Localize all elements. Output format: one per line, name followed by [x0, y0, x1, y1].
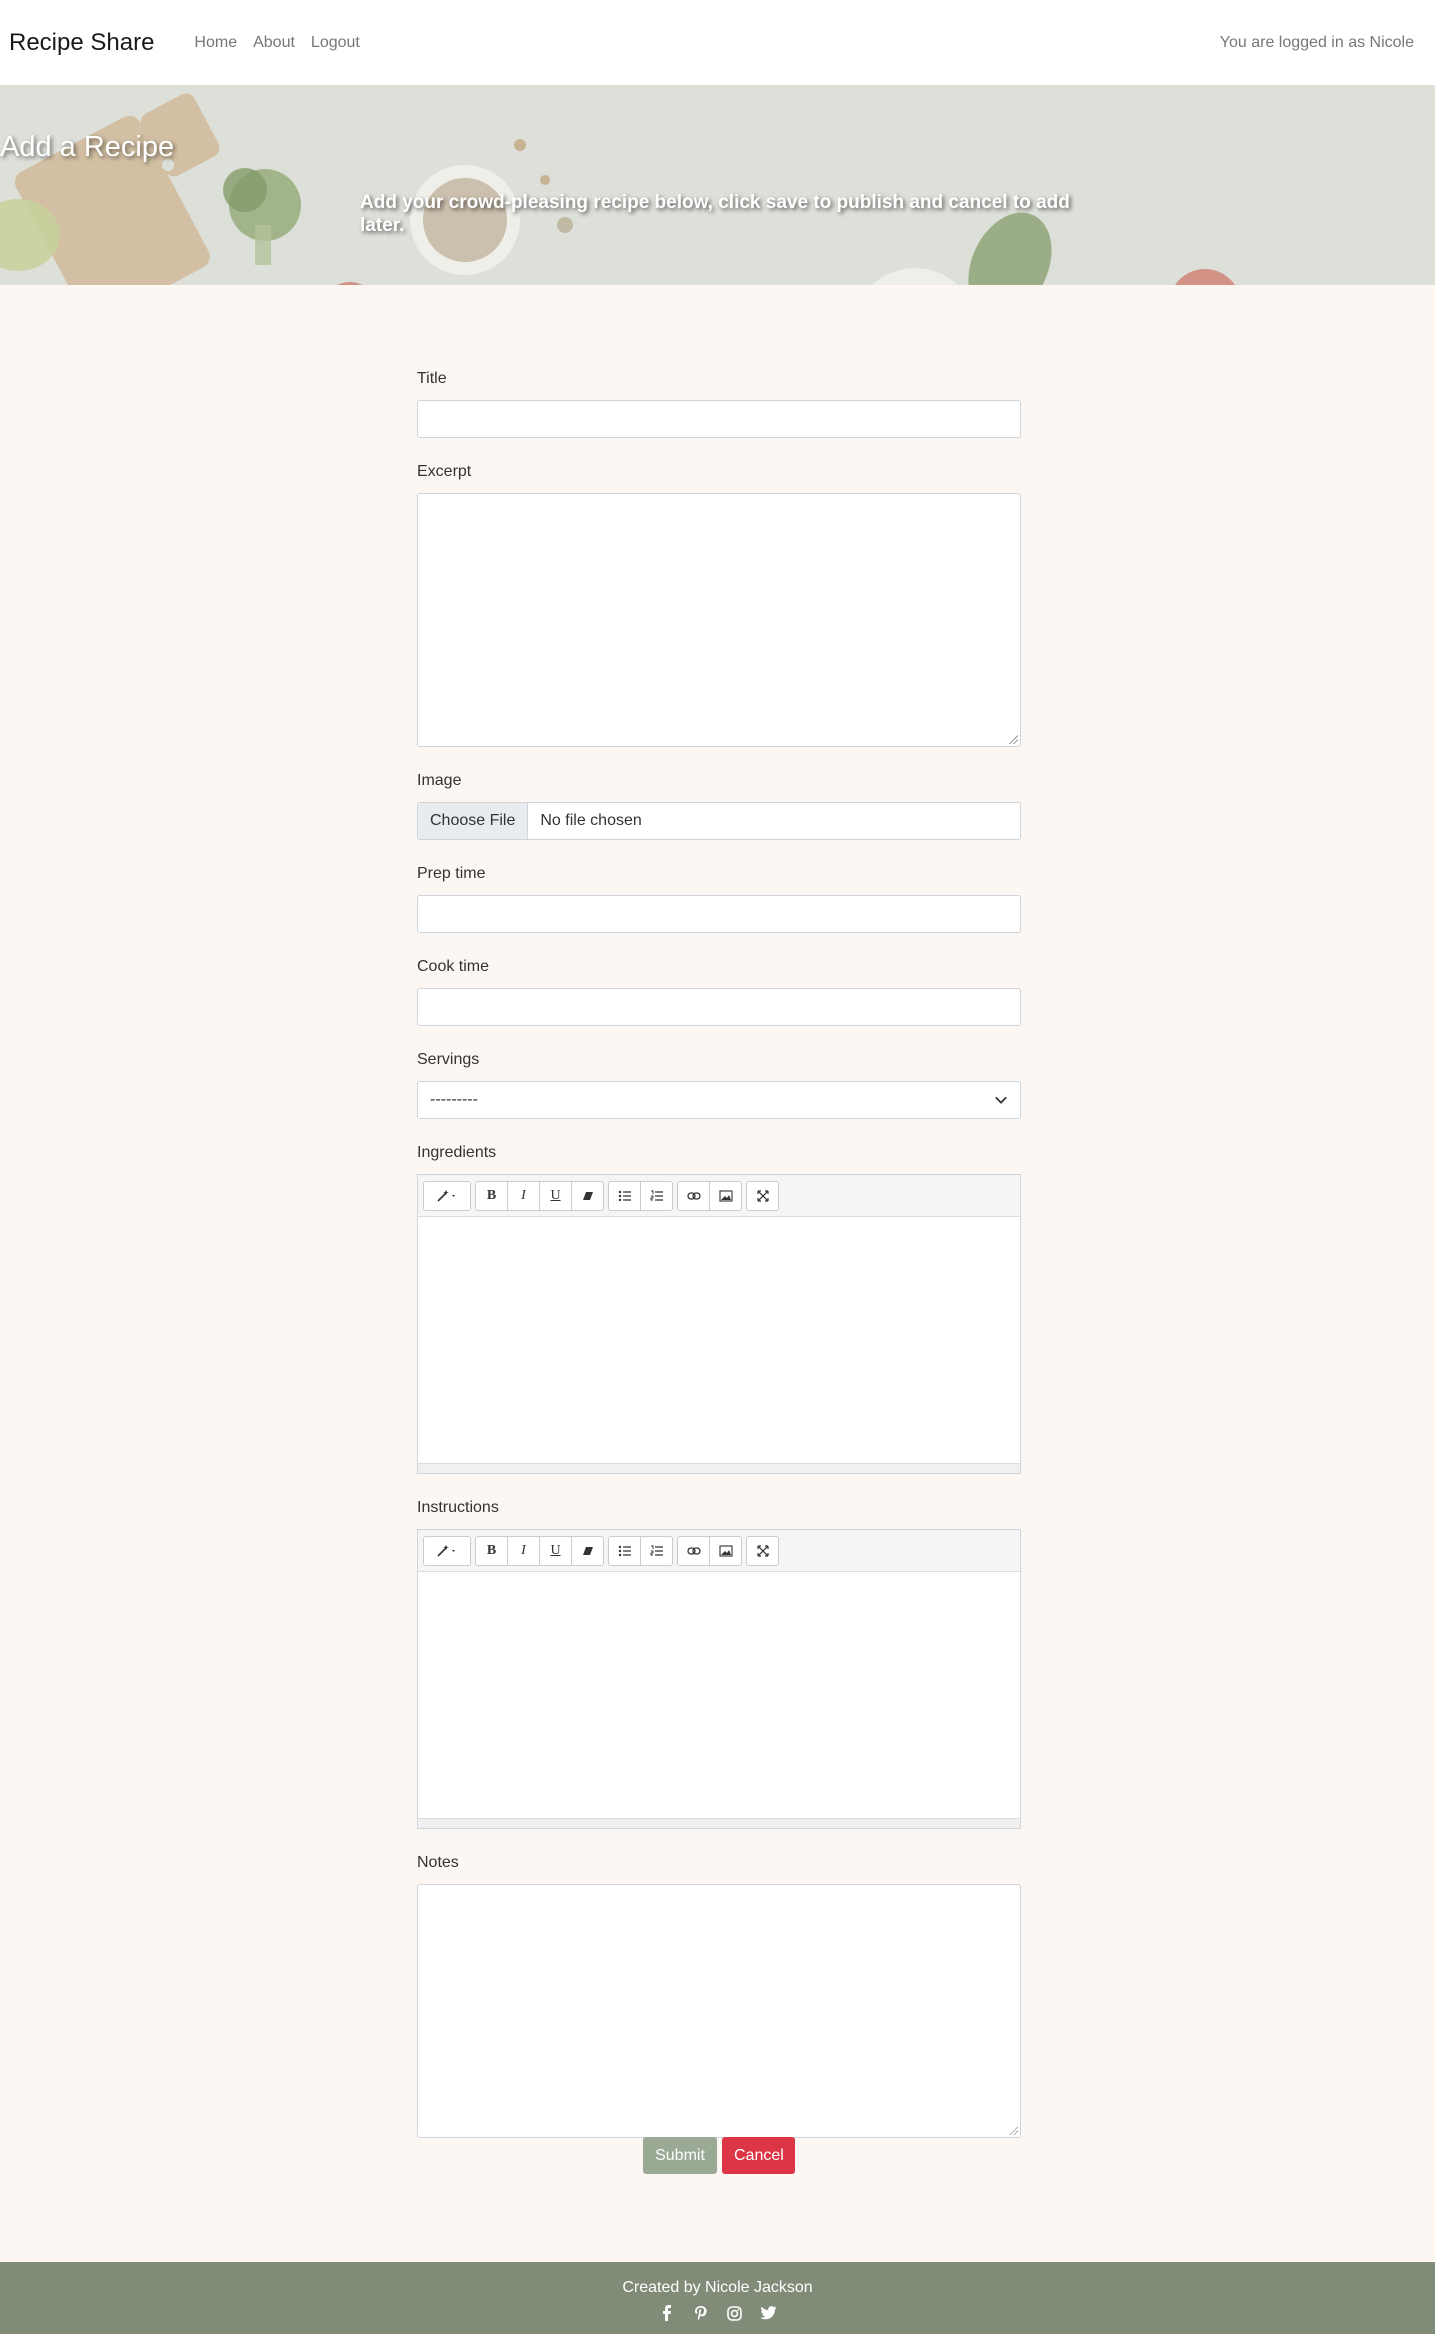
instructions-label: Instructions [417, 1499, 499, 1516]
nav-links: Home About Logout [194, 34, 359, 52]
nav-link-about[interactable]: About [253, 34, 295, 52]
cook-time-input[interactable] [417, 988, 1021, 1026]
footer: Created by Nicole Jackson [0, 2262, 1435, 2334]
hero-subtitle: Add your crowd-pleasing recipe below, cl… [360, 192, 1070, 236]
social-links [0, 2304, 1435, 2322]
footer-credit: Created by Nicole Jackson [622, 2279, 813, 2296]
ingredients-label: Ingredients [417, 1144, 497, 1161]
style-icon[interactable] [423, 1180, 471, 1211]
cancel-button[interactable]: Cancel [722, 2137, 795, 2174]
editor-resize-bar[interactable] [418, 1818, 1020, 1828]
ingredients-editor-body[interactable] [418, 1217, 1020, 1463]
navbar: Recipe Share Home About Logout You are l… [0, 0, 1435, 85]
editor-toolbar: B I U [418, 1175, 1020, 1217]
nav-link-logout[interactable]: Logout [311, 34, 360, 52]
unordered-list-icon[interactable] [608, 1535, 641, 1566]
add-recipe-form: Title Excerpt Image Choose File No file … [417, 370, 1021, 2174]
prep-time-label: Prep time [417, 865, 486, 882]
italic-button[interactable]: I [507, 1180, 540, 1211]
editor-resize-bar[interactable] [418, 1463, 1020, 1473]
title-input[interactable] [417, 400, 1021, 438]
editor-toolbar: B I U [418, 1530, 1020, 1572]
ingredients-editor: B I U [417, 1174, 1021, 1474]
pinterest-icon[interactable] [692, 2304, 710, 2322]
servings-label: Servings [417, 1051, 480, 1068]
bold-button[interactable]: B [475, 1180, 508, 1211]
eraser-icon[interactable] [571, 1180, 604, 1211]
choose-file-button[interactable]: Choose File [418, 803, 529, 839]
logged-in-status: You are logged in as Nicole [1219, 33, 1414, 51]
cook-time-label: Cook time [417, 958, 490, 975]
nav-link-home[interactable]: Home [194, 34, 237, 52]
unordered-list-icon[interactable] [608, 1180, 641, 1211]
prep-time-input[interactable] [417, 895, 1021, 933]
fullscreen-icon[interactable] [746, 1535, 779, 1566]
underline-button[interactable]: U [539, 1180, 572, 1211]
resize-grip-icon[interactable] [1008, 2125, 1018, 2135]
underline-button[interactable]: U [539, 1535, 572, 1566]
notes-textarea[interactable] [417, 1884, 1021, 2138]
hero-background-image [0, 85, 1435, 285]
image-label: Image [417, 772, 462, 789]
excerpt-textarea[interactable] [417, 493, 1021, 747]
link-icon[interactable] [677, 1535, 710, 1566]
notes-label: Notes [417, 1854, 459, 1871]
link-icon[interactable] [677, 1180, 710, 1211]
image-file-input[interactable]: Choose File No file chosen [417, 802, 1021, 840]
title-label: Title [417, 370, 447, 387]
bold-button[interactable]: B [475, 1535, 508, 1566]
form-buttons: Submit Cancel [417, 2137, 1021, 2174]
chevron-down-icon [995, 1096, 1007, 1104]
italic-button[interactable]: I [507, 1535, 540, 1566]
servings-selected-value: --------- [430, 1091, 478, 1108]
instructions-editor: B I U [417, 1529, 1021, 1829]
brand-logo[interactable]: Recipe Share [9, 29, 154, 57]
picture-icon[interactable] [709, 1535, 742, 1566]
style-icon[interactable] [423, 1535, 471, 1566]
hero-title: Add a Recipe [0, 131, 175, 163]
resize-grip-icon[interactable] [1008, 734, 1018, 744]
excerpt-label: Excerpt [417, 463, 472, 480]
instructions-editor-body[interactable] [418, 1572, 1020, 1818]
eraser-icon[interactable] [571, 1535, 604, 1566]
instagram-icon[interactable] [726, 2304, 744, 2322]
submit-button[interactable]: Submit [643, 2137, 717, 2174]
file-status: No file chosen [540, 812, 642, 829]
ordered-list-icon[interactable] [640, 1535, 673, 1566]
fullscreen-icon[interactable] [746, 1180, 779, 1211]
facebook-icon[interactable] [658, 2304, 676, 2322]
twitter-icon[interactable] [760, 2304, 778, 2322]
hero-banner: Add a Recipe Add your crowd-pleasing rec… [0, 85, 1435, 285]
ordered-list-icon[interactable] [640, 1180, 673, 1211]
picture-icon[interactable] [709, 1180, 742, 1211]
servings-select[interactable]: --------- [417, 1081, 1021, 1119]
